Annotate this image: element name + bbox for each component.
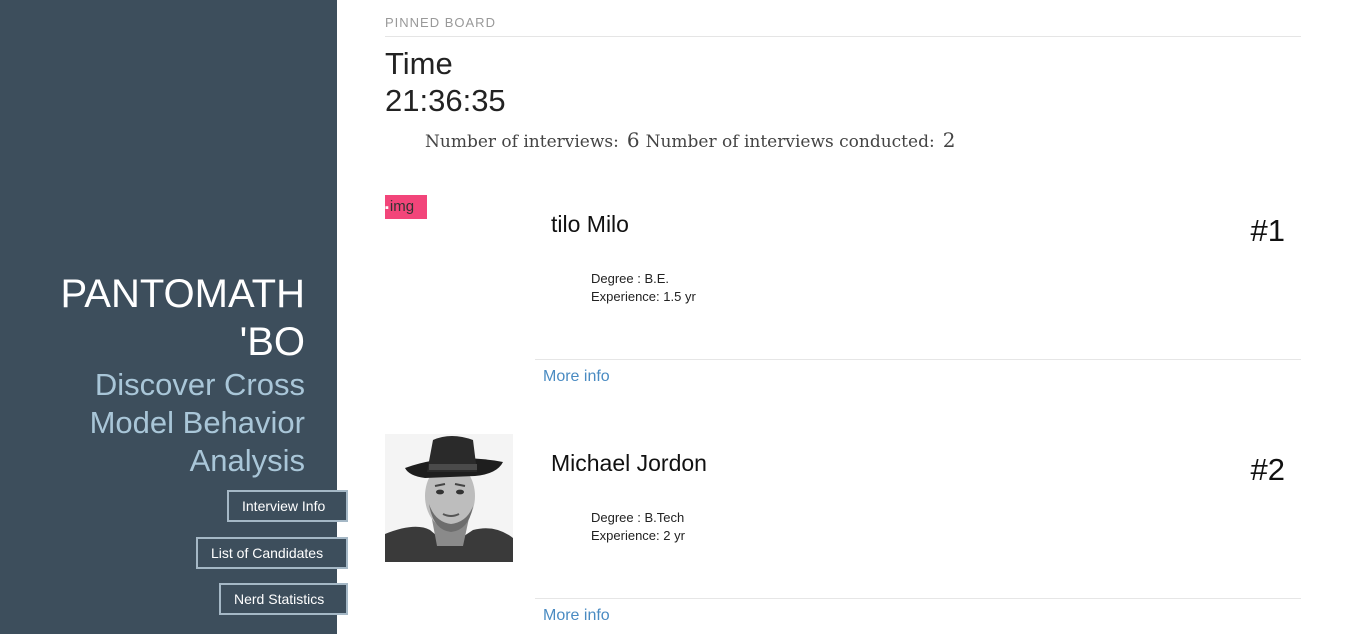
divider xyxy=(535,598,1301,599)
broken-image-icon: ▪ xyxy=(385,202,389,214)
candidate-card: Michael Jordon #2 Degree : B.Tech Experi… xyxy=(385,434,1301,634)
interview-info-button[interactable]: Interview Info xyxy=(227,490,348,522)
time-value: 21:36:35 xyxy=(385,83,506,118)
conducted-count: 2 xyxy=(942,128,956,152)
list-of-candidates-button[interactable]: List of Candidates xyxy=(196,537,348,569)
pinned-board-label: PINNED BOARD xyxy=(385,15,496,30)
main-content: PINNED BOARD Time 21:36:35 Number of int… xyxy=(385,0,1301,634)
more-info-link[interactable]: More info xyxy=(543,607,610,625)
more-info-link[interactable]: More info xyxy=(543,368,610,386)
brand-block: PANTOMATH 'BO Discover Cross Model Behav… xyxy=(5,270,305,480)
candidate-experience: Experience: 1.5 yr xyxy=(591,289,696,304)
candidate-card: ▪img tilo Milo #1 Degree : B.E. Experien… xyxy=(385,195,1301,415)
divider xyxy=(385,36,1301,37)
interviews-count: 6 xyxy=(626,128,640,152)
candidate-experience: Experience: 2 yr xyxy=(591,528,685,543)
brand-subtitle: Discover Cross Model Behavior Analysis xyxy=(89,367,305,478)
nerd-statistics-button[interactable]: Nerd Statistics xyxy=(219,583,348,615)
sidebar: PANTOMATH 'BO Discover Cross Model Behav… xyxy=(0,0,348,634)
candidate-photo xyxy=(385,434,513,562)
conducted-label: Number of interviews conducted: xyxy=(645,132,935,152)
candidate-rank: #1 xyxy=(1250,213,1285,248)
divider xyxy=(535,359,1301,360)
candidate-name: Michael Jordon xyxy=(551,450,707,476)
interviews-label: Number of interviews: xyxy=(425,132,619,152)
interview-stats: Number of interviews: 6 Number of intervie… xyxy=(425,128,961,152)
candidate-name: tilo Milo xyxy=(551,211,629,237)
candidate-degree: Degree : B.Tech xyxy=(591,510,685,525)
candidate-photo-broken: ▪img xyxy=(385,195,427,219)
candidate-degree: Degree : B.E. xyxy=(591,271,670,286)
brand-title: PANTOMATH 'BO xyxy=(60,272,305,364)
candidate-rank: #2 xyxy=(1250,452,1285,487)
person-with-hat-photo xyxy=(385,434,513,562)
image-alt-text: img xyxy=(389,198,415,215)
time-label: Time xyxy=(385,46,453,81)
